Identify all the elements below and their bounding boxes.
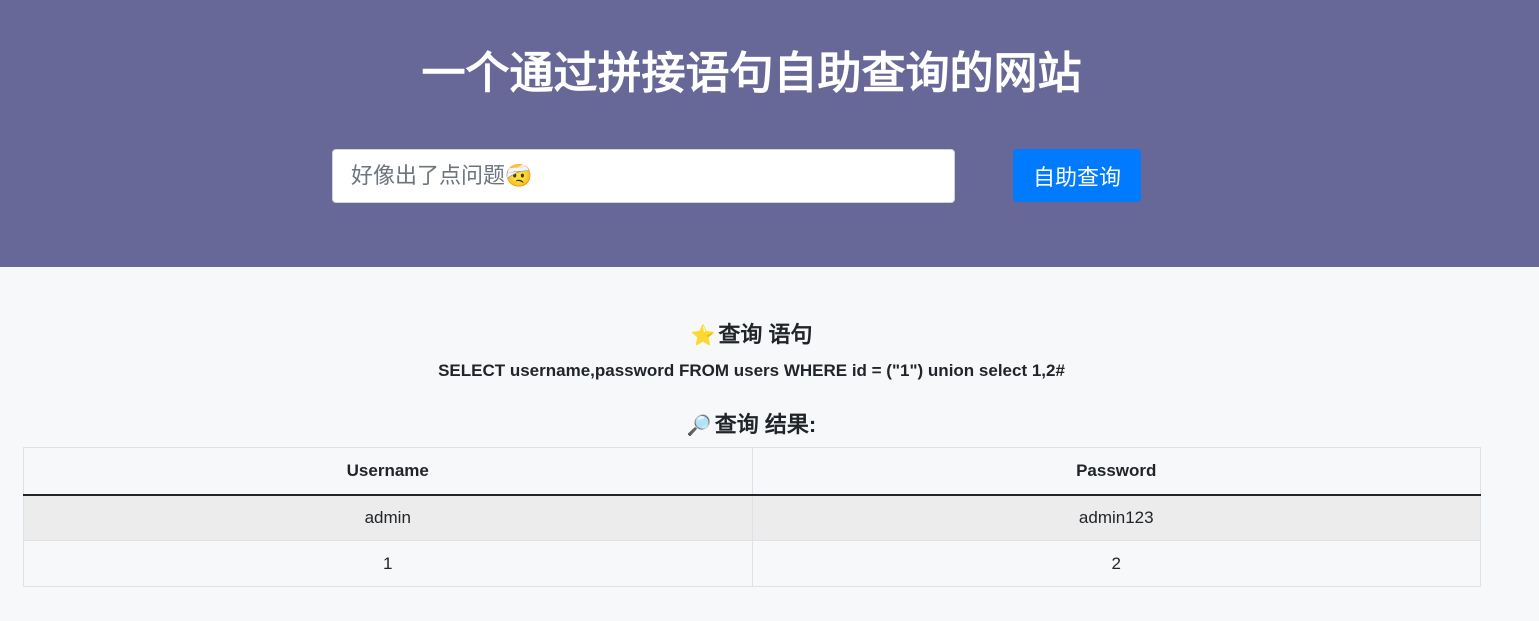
header-banner: 一个通过拼接语句自助查询的网站 自助查询 [0, 0, 1539, 267]
result-heading: 🔎 查询 结果: [0, 410, 1503, 441]
magnifier-icon: 🔎 [686, 415, 712, 437]
result-heading-label: 查询 结果: [714, 412, 817, 437]
table-row: 1 2 [23, 540, 1481, 587]
cell-password: admin123 [751, 494, 1481, 541]
result-table: Username Password admin admin123 1 2 [23, 447, 1481, 587]
cell-username: 1 [23, 540, 753, 587]
star-icon: ⭐ [690, 325, 716, 347]
sql-query-text: SELECT username,password FROM users WHER… [438, 361, 1065, 380]
column-header-password: Password [751, 447, 1481, 496]
query-heading: ⭐ 查询 语句 [0, 320, 1503, 351]
cell-username: admin [23, 494, 753, 541]
query-heading-label: 查询 语句 [718, 322, 813, 347]
column-header-username: Username [23, 447, 753, 496]
page-title: 一个通过拼接语句自助查询的网站 [421, 49, 1082, 98]
cell-password: 2 [751, 540, 1481, 587]
table-row: admin admin123 [23, 494, 1481, 541]
search-button[interactable]: 自助查询 [1013, 149, 1141, 202]
table-header-row: Username Password [23, 447, 1481, 496]
search-input[interactable] [332, 149, 955, 203]
